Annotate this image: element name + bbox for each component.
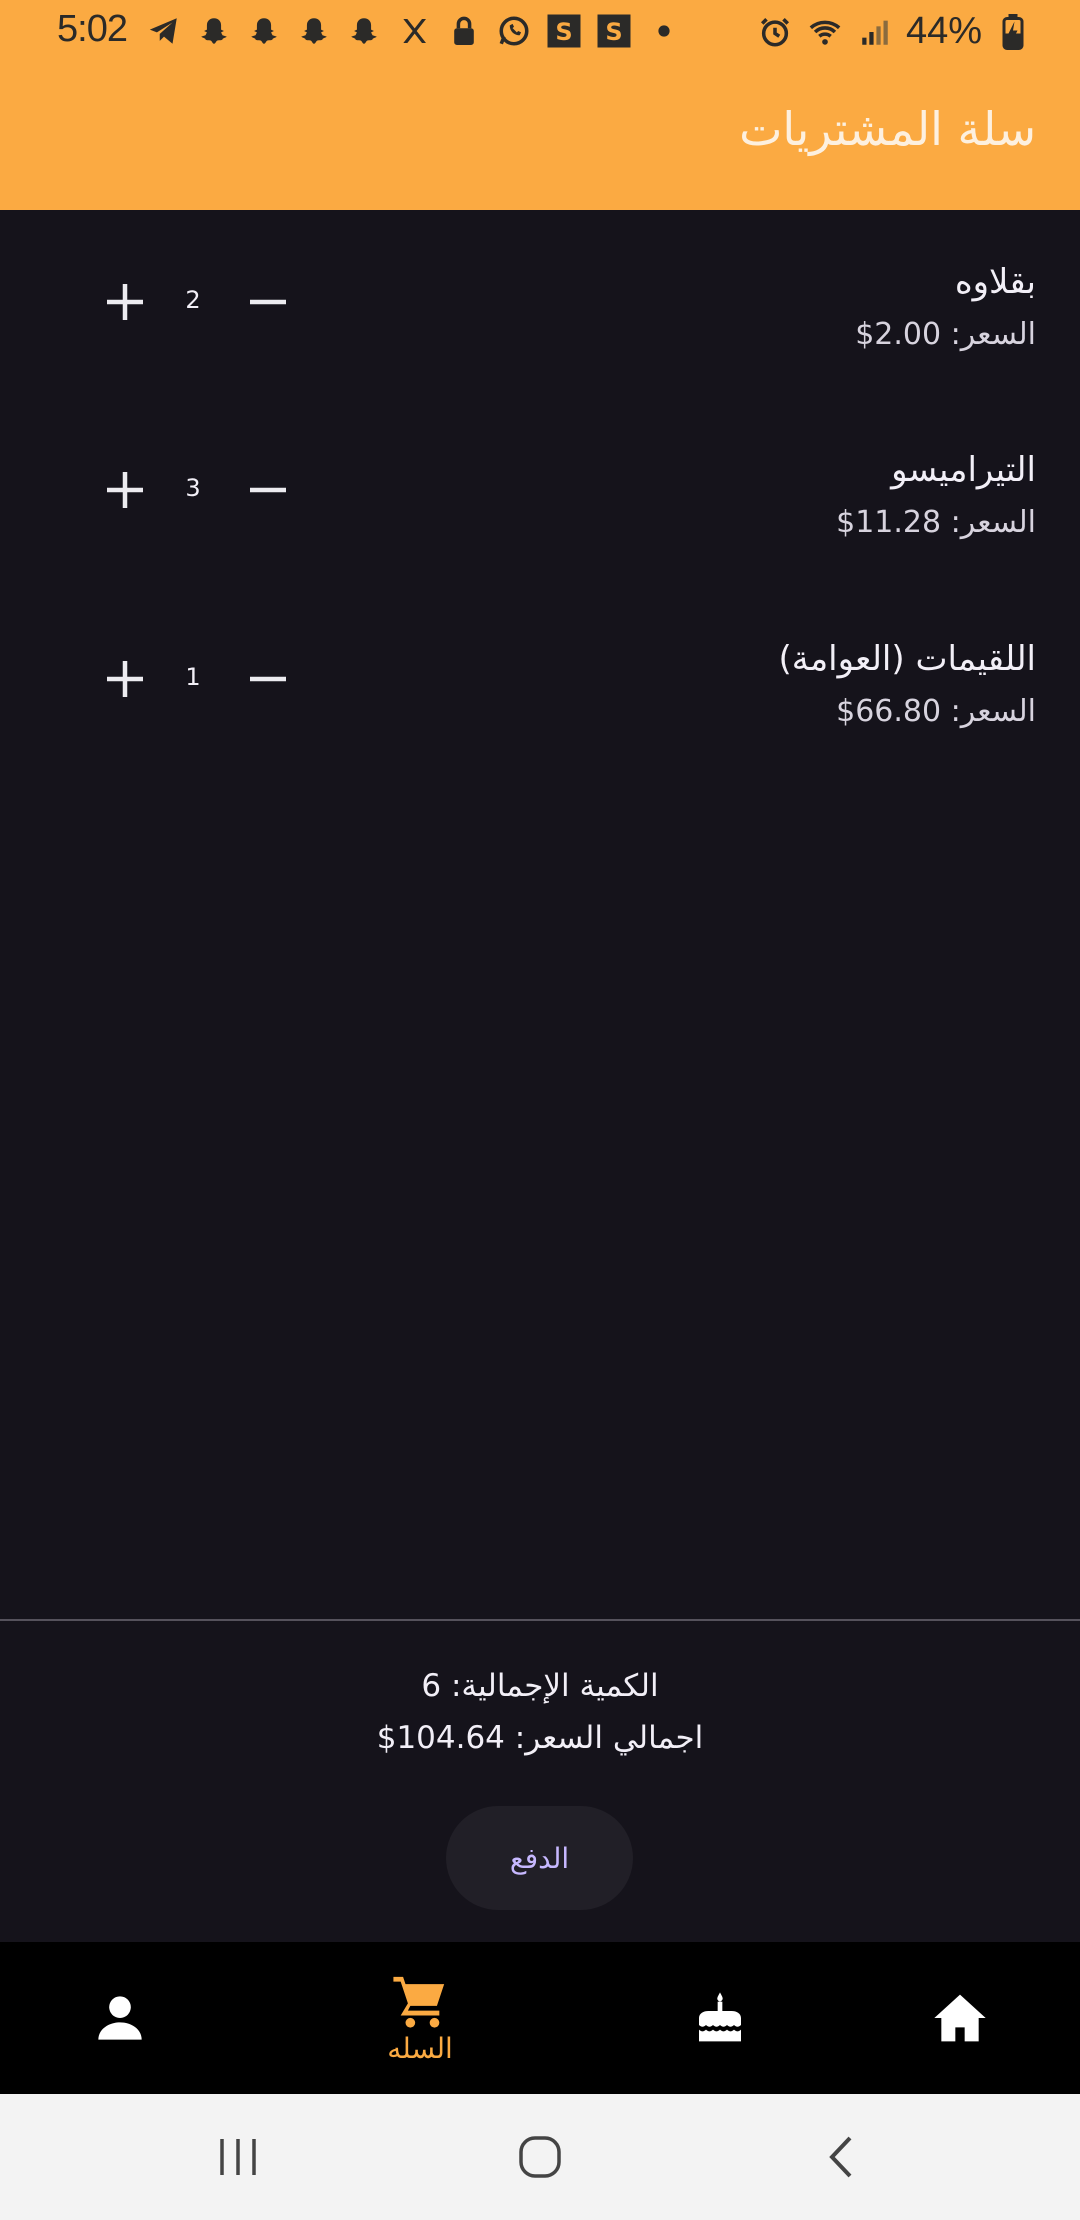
- item-quantity: 3: [185, 474, 201, 502]
- decrease-quantity-button[interactable]: [238, 649, 298, 709]
- pay-button[interactable]: الدفع: [446, 1806, 633, 1910]
- summary-divider: [0, 1619, 1080, 1621]
- nav-item-desserts[interactable]: [660, 1942, 780, 2094]
- item-quantity: 2: [185, 286, 201, 314]
- item-quantity: 1: [185, 663, 201, 691]
- nav-label-cart: السله: [387, 2031, 453, 2065]
- battery-charging-icon: [994, 13, 1032, 51]
- page-title: سلة المشتريات: [739, 102, 1036, 156]
- item-price: السعر: 66.80$: [836, 694, 1036, 729]
- snapchat-icon: [245, 12, 283, 50]
- svg-text:S: S: [555, 18, 572, 46]
- cart-icon: [393, 1976, 445, 2028]
- increase-quantity-button[interactable]: [95, 649, 155, 709]
- x-icon: [395, 12, 433, 50]
- battery-percent: 44%: [905, 10, 982, 52]
- bottom-navigation: السله: [0, 1942, 1080, 2094]
- plus-icon: [107, 661, 143, 697]
- plus-icon: [107, 284, 143, 320]
- item-price: السعر: 2.00$: [855, 317, 1036, 352]
- recent-apps-button[interactable]: [198, 2124, 278, 2190]
- nav-item-profile[interactable]: [60, 1942, 180, 2094]
- quantity-stepper: 3: [95, 460, 305, 520]
- item-name: بقلاوه: [954, 262, 1036, 302]
- increase-quantity-button[interactable]: [95, 460, 155, 520]
- decrease-quantity-button[interactable]: [238, 272, 298, 332]
- status-bar: 5:02 S S 44%: [0, 0, 1080, 66]
- signal-icon: [856, 13, 894, 51]
- back-button[interactable]: [802, 2124, 882, 2190]
- cart-item: التيراميسو السعر: 11.28$ 3: [0, 450, 1080, 600]
- home-icon: [934, 1994, 986, 2042]
- recent-apps-icon: [220, 2139, 256, 2175]
- plus-icon: [107, 472, 143, 508]
- total-quantity: الكمية الإجمالية: 6: [421, 1668, 659, 1704]
- total-price: اجمالي السعر: 104.64$: [376, 1720, 704, 1756]
- increase-quantity-button[interactable]: [95, 272, 155, 332]
- snapchat-icon: [195, 12, 233, 50]
- minus-icon: [250, 676, 286, 682]
- quantity-stepper: 2: [95, 272, 305, 332]
- alarm-icon: [756, 13, 794, 51]
- lock-icon: [445, 12, 483, 50]
- notification-icons: S S: [145, 12, 683, 50]
- minus-icon: [250, 487, 286, 493]
- item-name: اللقيمات (العوامة): [778, 639, 1036, 679]
- minus-icon: [250, 299, 286, 305]
- snapchat-icon: [295, 12, 333, 50]
- wifi-icon: [806, 13, 844, 51]
- item-name: التيراميسو: [891, 450, 1036, 490]
- status-time: 5:02: [57, 8, 128, 50]
- cart-item: بقلاوه السعر: 2.00$ 2: [0, 262, 1080, 412]
- s-app-icon: S: [595, 12, 633, 50]
- snapchat-icon: [345, 12, 383, 50]
- cart-item: اللقيمات (العوامة) السعر: 66.80$ 1: [0, 639, 1080, 789]
- svg-text:S: S: [605, 18, 622, 46]
- back-icon: [829, 2136, 852, 2178]
- home-button[interactable]: [500, 2124, 580, 2190]
- item-price: السعر: 11.28$: [836, 505, 1036, 540]
- quantity-stepper: 1: [95, 649, 305, 709]
- s-app-icon: S: [545, 12, 583, 50]
- dot-icon: [645, 12, 683, 50]
- home-circle-icon: [519, 2136, 561, 2178]
- telegram-icon: [145, 12, 183, 50]
- decrease-quantity-button[interactable]: [238, 460, 298, 520]
- nav-item-home[interactable]: [900, 1942, 1020, 2094]
- top-bar: 5:02 S S 44% سلة المشتريات: [0, 0, 1080, 210]
- whatsapp-icon: [495, 12, 533, 50]
- system-navigation-bar: [0, 2094, 1080, 2220]
- system-status-icons: 44%: [756, 10, 1032, 53]
- cake-icon: [699, 1992, 741, 2042]
- person-icon: [98, 1996, 142, 2040]
- nav-item-cart[interactable]: السله: [360, 1942, 480, 2094]
